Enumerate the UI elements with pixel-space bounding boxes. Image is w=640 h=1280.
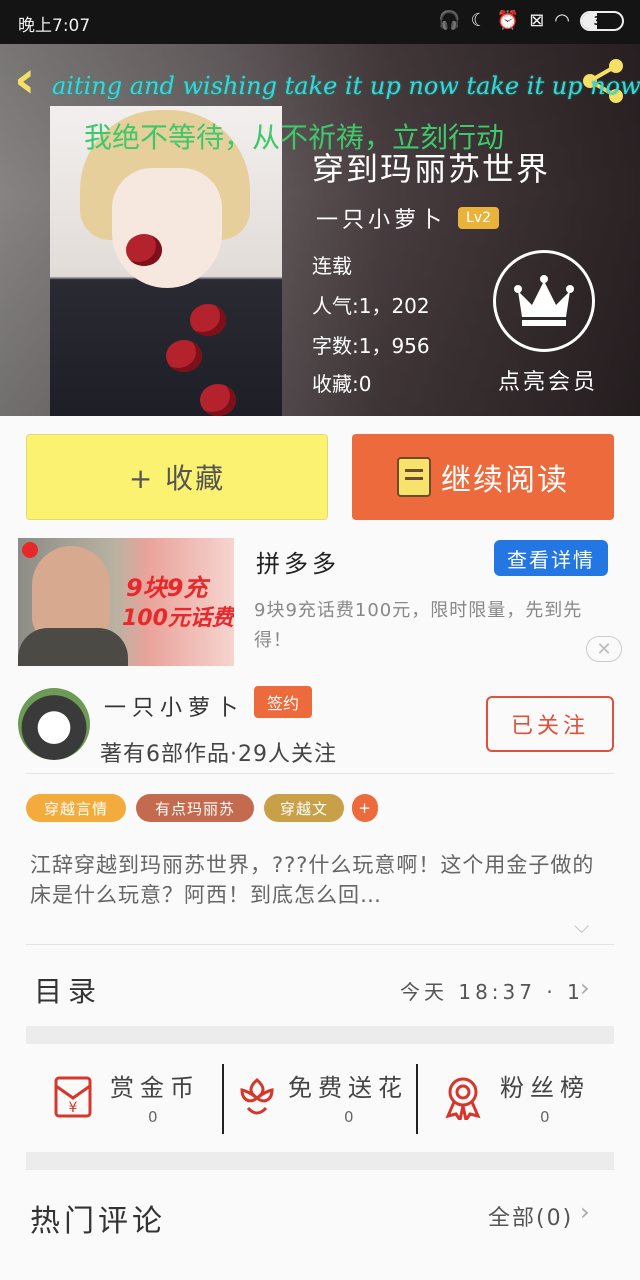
headphones-icon: 🎧 xyxy=(438,10,461,31)
all-comments-link[interactable]: 全部(0) xyxy=(488,1200,573,1232)
status-time: 晚上7:07 xyxy=(18,16,91,36)
book-word-count: 字数:1，956 xyxy=(312,334,430,358)
book-collections: 收藏:0 xyxy=(312,372,372,396)
section-separator xyxy=(26,1152,614,1170)
chevron-right-icon[interactable]: › xyxy=(580,1198,590,1226)
add-tag-button[interactable]: + xyxy=(352,794,378,822)
status-icons: 🎧 ☾ ⏰ ⊠ ◠ 37 xyxy=(438,10,624,31)
ad-heart-icon xyxy=(22,542,38,558)
status-bar: 晚上7:07 🎧 ☾ ⏰ ⊠ ◠ 37 xyxy=(0,0,640,44)
vip-crown-button[interactable] xyxy=(493,250,595,352)
author-level-badge: Lv2 xyxy=(458,207,500,229)
rank-medal-icon[interactable] xyxy=(440,1074,486,1120)
continue-reading-button[interactable]: 继续阅读 xyxy=(352,434,614,520)
tag-chip[interactable]: 有点玛丽苏 xyxy=(136,794,254,822)
author-stats: 著有6部作品·29人关注 xyxy=(100,742,337,767)
continue-reading-label: 继续阅读 xyxy=(441,463,569,498)
battery-icon: 37 xyxy=(580,10,624,31)
chevron-right-icon[interactable]: › xyxy=(580,974,590,1002)
author-avatar[interactable] xyxy=(18,688,90,760)
rose-decoration xyxy=(200,384,236,416)
author-name[interactable]: 一只小萝卜 xyxy=(104,690,244,722)
reward-coins-count: 0 xyxy=(148,1108,158,1126)
rose-decoration xyxy=(190,304,226,336)
rose-decoration xyxy=(126,234,162,266)
book-title: 穿到玛丽苏世界 xyxy=(312,150,551,188)
table-of-contents-label[interactable]: 目录 xyxy=(34,970,102,1010)
reward-flower-label[interactable]: 免费送花 xyxy=(288,1068,408,1103)
book-author[interactable]: 一只小萝卜 Lv2 xyxy=(316,202,500,234)
signed-badge: 签约 xyxy=(254,686,312,718)
svg-text:¥: ¥ xyxy=(69,1100,78,1116)
rose-decoration xyxy=(166,340,202,372)
tag-chip[interactable]: 穿越言情 xyxy=(26,794,126,822)
section-separator xyxy=(26,1026,614,1044)
reward-fans-label[interactable]: 粉丝榜 xyxy=(500,1068,590,1103)
ad-promo-line1: 9块9充 xyxy=(126,574,208,602)
chevron-down-icon[interactable]: ⌵ xyxy=(574,914,589,938)
tag-chip[interactable]: 穿越文 xyxy=(264,794,344,822)
wifi-icon: ◠ xyxy=(554,10,570,31)
book-synopsis: 江辞穿越到玛丽苏世界，???什么玩意啊！这个用金子做的床是什么玩意？阿西！到底怎… xyxy=(30,853,595,907)
red-envelope-yen-icon[interactable]: ¥ xyxy=(50,1074,96,1120)
divider xyxy=(416,1064,418,1134)
toc-latest-update[interactable]: 今天 18:37 · 1 xyxy=(400,976,584,1005)
follow-button[interactable]: 已关注 xyxy=(486,696,614,752)
book-popularity: 人气:1，202 xyxy=(312,294,430,318)
ad-close-icon[interactable]: ✕ xyxy=(586,636,622,662)
ad-view-details-button[interactable]: 查看详情 xyxy=(494,540,608,576)
moon-icon: ☾ xyxy=(470,10,487,31)
book-icon xyxy=(397,457,431,497)
battery-level: 37 xyxy=(593,13,611,28)
ad-description: 9块9充话费100元，限时限量，先到先得！ xyxy=(254,600,583,651)
reward-fans-count: 0 xyxy=(540,1108,550,1126)
vip-label: 点亮会员 xyxy=(498,370,599,395)
divider xyxy=(26,773,614,774)
reward-flower-count: 0 xyxy=(344,1108,354,1126)
crown-icon xyxy=(514,275,574,326)
back-icon[interactable]: ‹ xyxy=(14,54,35,106)
divider xyxy=(222,1064,224,1134)
overlay-marquee-en: aiting and wishing take it up now take i… xyxy=(52,72,640,100)
book-status: 连载 xyxy=(312,254,352,278)
sim-off-icon: ⊠ xyxy=(529,10,545,31)
reward-coins-label[interactable]: 赏金币 xyxy=(110,1068,200,1103)
ad-image[interactable]: 9块9充 100元话费 xyxy=(18,538,234,666)
ad-promo-line2: 100元话费 xyxy=(122,606,234,631)
divider xyxy=(26,944,614,945)
ad-title: 拼多多 xyxy=(256,550,340,578)
collect-button[interactable]: + 收藏 xyxy=(26,434,328,520)
flower-icon[interactable] xyxy=(234,1074,280,1120)
book-author-name: 一只小萝卜 xyxy=(316,208,447,233)
hot-comments-label: 热门评论 xyxy=(30,1204,166,1239)
alarm-icon: ⏰ xyxy=(496,10,520,31)
book-header: ‹ aiting and wishing take it up now take… xyxy=(0,44,640,416)
